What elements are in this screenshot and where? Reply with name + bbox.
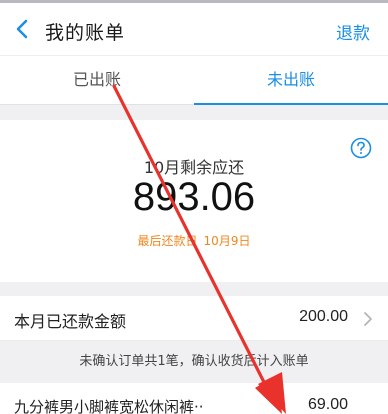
due-amount: 893.06 (132, 175, 256, 219)
paid-amount-value: 200.00 (299, 308, 348, 325)
order-row[interactable]: 九分裤男小脚裤宽松休闲裤·· 69.00 (0, 383, 388, 414)
refund-button[interactable]: 退款 (336, 19, 370, 44)
unconfirmed-orders-notice: 未确认订单共1笔，确认收货后计入账单 (0, 342, 388, 382)
due-date: 最后还款日 10月9日 (0, 232, 388, 249)
order-price: 69.00 (307, 396, 348, 413)
paid-amount-label: 本月已还款金额 (14, 312, 127, 331)
due-date-prefix: 最后还款日 (137, 234, 198, 248)
page-title: 我的账单 (45, 22, 126, 44)
bill-summary-card: 10月剩余应还 893.06 最后还款日 10月9日 (0, 120, 388, 282)
paid-amount-row[interactable]: 本月已还款金额 200.00 (0, 296, 388, 341)
tab-unissued[interactable]: 未出账 (194, 56, 388, 106)
nav-bar: 我的账单 退款 (0, 3, 388, 55)
chevron-right-icon (364, 312, 372, 326)
tab-issued[interactable]: 已出账 (0, 56, 194, 106)
order-name: 九分裤男小脚裤宽松休闲裤·· (14, 398, 204, 414)
back-button[interactable] (12, 15, 34, 43)
bill-tabs: 已出账 未出账 (0, 55, 388, 105)
active-tab-indicator (194, 103, 388, 105)
chevron-left-icon (16, 19, 28, 39)
due-date-value: 10月9日 (203, 234, 251, 248)
